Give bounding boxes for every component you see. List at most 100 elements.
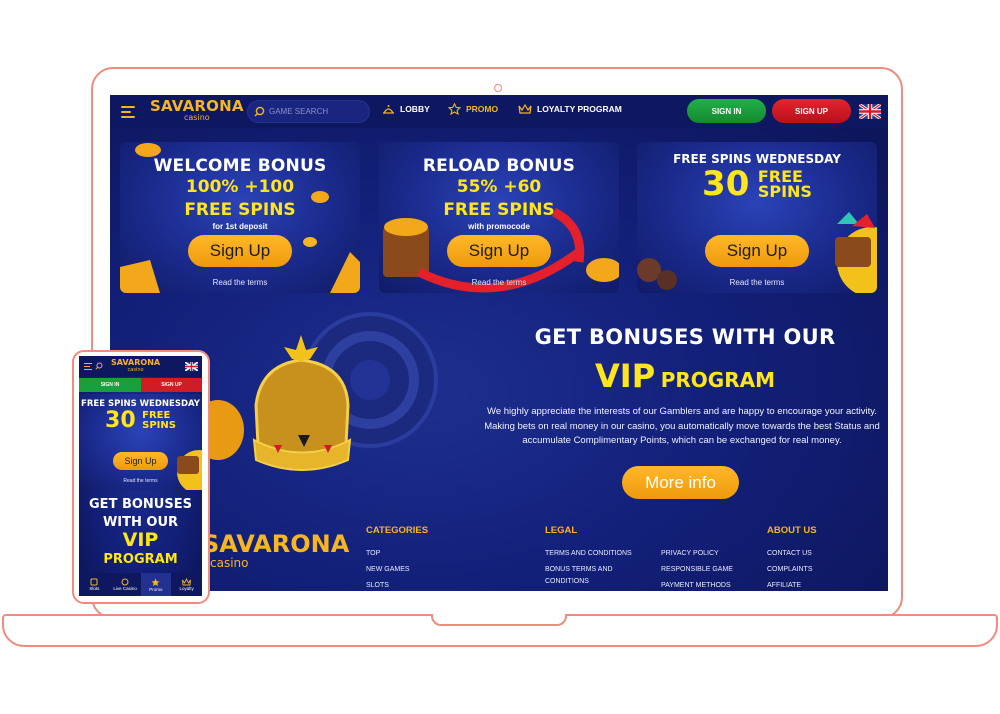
footer-link[interactable]: SLOTS [366,581,389,590]
mobile-tab-label: Promo [149,586,163,592]
vip-description: We highly appreciate the interests of ou… [484,406,880,446]
mobile-logo-text: SAVARONA [111,358,161,367]
mobile-tab-slots[interactable]: Slots [79,573,110,596]
nav-lobby-label: LOBBY [400,104,430,114]
footer-logo-text: SAVARONA [202,530,350,558]
footer-link[interactable]: RESPONSIBLE GAME [661,565,733,574]
more-info-button[interactable]: More info [622,466,739,499]
search-input[interactable] [269,107,364,116]
promo-amount: 100% +100 [185,177,295,197]
nav-lobby[interactable]: LOBBY [382,103,430,115]
promo-title: WELCOME BONUS [153,156,327,176]
lobby-icon [383,105,394,114]
mobile-screen: SAVARONA casino SIGN IN SIGN UP FREE SPI… [79,356,202,596]
mobile-logo[interactable]: SAVARONA casino [111,358,161,374]
mobile-tab-loyalty[interactable]: Loyalty [171,573,202,596]
promo-free-spins-words: FREE SPINS [757,169,812,201]
mobile-uk-flag-icon[interactable] [185,362,198,371]
mobile-promo-card: FREE SPINS WEDNESDAY 30 FREE SPINS Sign U… [79,394,202,490]
footer-logo-subtext: casino [210,556,249,570]
footer-about-heading: ABOUT US [767,525,817,536]
promo-title: RELOAD BONUS [422,156,576,176]
promo-number: 30 [702,164,750,204]
laptop-base-notch [431,614,567,626]
mobile-tab-live-casino[interactable]: Live Casino [110,573,141,596]
promo-terms-link[interactable]: Read the terms [637,278,877,287]
mobile-tab-label: Live Casino [113,586,137,591]
promo-spins: FREE SPINS [184,200,296,220]
footer-link[interactable]: TERMS AND CONDITIONS [545,549,632,558]
mobile-vip-word: VIP [122,529,159,551]
logo-text: SAVARONA [150,97,244,115]
footer-link[interactable]: CONDITIONS [545,577,589,586]
search-icon [254,106,265,117]
slot-icon [90,578,98,586]
footer-link[interactable]: NEW GAMES [366,565,410,574]
promo-spins: FREE SPINS [443,200,555,220]
camera-dot [494,84,502,92]
mobile-sign-up-button[interactable]: SIGN UP [141,378,202,392]
footer-link[interactable]: PRIVACY POLICY [661,549,719,558]
sign-up-button[interactable]: SIGN UP [772,99,851,123]
promo-signup-button[interactable]: Sign Up [705,235,809,267]
desktop-screen: SAVARONA casino LOBBY PROMO [110,95,888,591]
star-icon [151,578,160,586]
promo-card-reload: RELOAD BONUS 55% +60 FREE SPINS with pro… [379,142,619,293]
promo-note: for 1st deposit [212,222,268,231]
promo-card-free-spins: FREE SPINS WEDNESDAY 30 FREE SPINS Sign U… [637,142,877,293]
crown-icon [518,103,532,114]
mobile-tab-label: Loyalty [179,586,194,591]
footer-link[interactable]: COMPLAINTS [767,565,813,574]
crown-illustration [206,335,352,471]
promo-signup-button[interactable]: Sign Up [188,235,292,267]
nav-promo-label: PROMO [466,104,499,114]
footer-categories-heading: CATEGORIES [366,525,429,536]
vip-word: VIP [595,357,656,395]
mobile-top-bar: SAVARONA casino [79,356,202,377]
mobile-vip-line: GET BONUSES [89,497,192,512]
mobile-promo-number: 30 [105,408,136,433]
mobile-tab-label: Slots [89,586,100,591]
menu-icon[interactable] [121,106,135,118]
vip-heading: GET BONUSES WITH OUR [534,325,836,349]
promo-terms-link[interactable]: Read the terms [120,278,360,287]
star-icon [448,103,461,115]
footer-link[interactable]: TOP [366,549,380,558]
mobile-sign-in-button[interactable]: SIGN IN [79,378,141,392]
promo-note: with promocode [468,222,530,231]
mobile-auth-bar: SIGN IN SIGN UP [79,378,202,392]
mobile-promo-words: FREE SPINS [142,411,176,431]
roulette-wheel-decoration [302,312,438,448]
mobile-bottom-nav: Slots Live Casino Promo Loyalty [79,573,202,596]
mobile-promo-signup-button[interactable]: Sign Up [113,452,168,470]
crown-icon [182,578,192,586]
mobile-menu-icon[interactable] [84,363,92,371]
promo-signup-button[interactable]: Sign Up [447,235,551,267]
promo-word-spins: SPINS [757,182,812,201]
mobile-tab-promo[interactable]: Promo [140,573,172,596]
nav-loyalty-label: LOYALTY PROGRAM [537,104,622,114]
promo-terms-link[interactable]: Read the terms [379,278,619,287]
sign-in-button[interactable]: SIGN IN [687,99,766,123]
footer-link[interactable]: BONUS TERMS AND [545,565,613,574]
mobile-promo-title: FREE SPINS WEDNESDAY [81,399,200,409]
top-navigation-bar: SAVARONA casino LOBBY PROMO [110,95,888,128]
nav-loyalty[interactable]: LOYALTY PROGRAM [518,103,622,115]
footer-link[interactable]: CONTACT US [767,549,812,558]
mobile-promo-terms-link[interactable]: Read the terms [79,478,202,484]
promo-card-welcome: WELCOME BONUS 100% +100 FREE SPINS for 1… [120,142,360,293]
program-word: PROGRAM [660,368,775,392]
search-box[interactable] [247,100,370,123]
footer-link[interactable]: AFFILIATE [767,581,801,590]
nav-promo[interactable]: PROMO [448,103,498,115]
mobile-logo-subtext: casino [127,367,144,373]
mobile-promo-word-spins: SPINS [142,420,176,431]
site-logo[interactable]: SAVARONA casino [150,99,244,122]
footer-link[interactable]: PAYMENT METHODS [661,581,731,590]
footer-logo[interactable]: SAVARONA casino [202,531,349,569]
promo-amount: 55% +60 [456,177,542,197]
mobile-program-word: PROGRAM [103,552,178,567]
uk-flag-icon[interactable] [859,104,881,119]
mobile-search-icon[interactable] [95,362,103,370]
mobile-vip-heading: GET BONUSES WITH OUR [79,496,202,532]
